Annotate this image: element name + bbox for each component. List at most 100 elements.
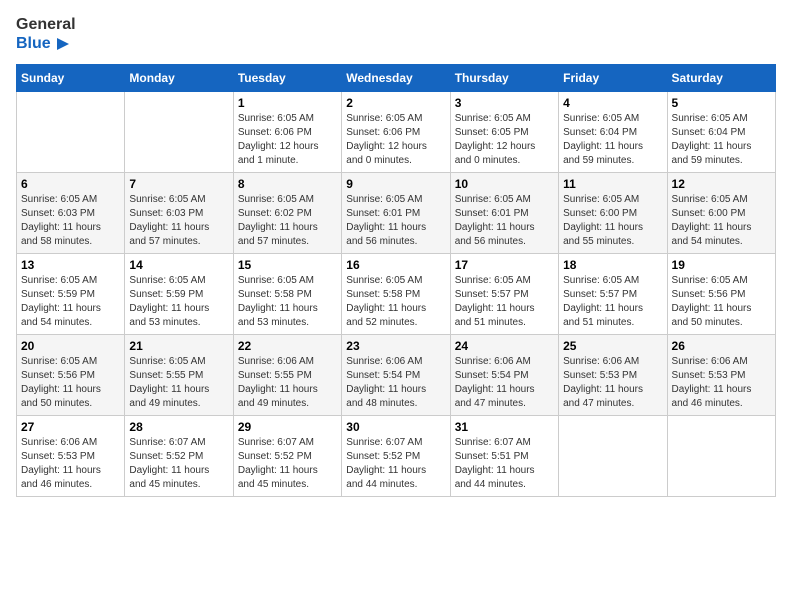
calendar-cell: 11 Sunrise: 6:05 AM Sunset: 6:00 PM Dayli…: [559, 172, 667, 253]
day-number: 22: [238, 339, 337, 353]
day-info: Sunrise: 6:07 AM Sunset: 5:52 PM Dayligh…: [346, 436, 445, 492]
weekday-header: Wednesday: [342, 64, 450, 91]
logo-blue-text: Blue: [16, 35, 51, 53]
calendar-cell: [559, 415, 667, 496]
day-info: Sunrise: 6:05 AM Sunset: 6:05 PM Dayligh…: [455, 112, 554, 168]
day-info: Sunrise: 6:06 AM Sunset: 5:54 PM Dayligh…: [346, 355, 445, 411]
day-info: Sunrise: 6:05 AM Sunset: 5:57 PM Dayligh…: [455, 274, 554, 330]
calendar-cell: 26 Sunrise: 6:06 AM Sunset: 5:53 PM Dayli…: [667, 334, 775, 415]
day-info: Sunrise: 6:05 AM Sunset: 5:59 PM Dayligh…: [129, 274, 228, 330]
calendar-cell: 22 Sunrise: 6:06 AM Sunset: 5:55 PM Dayli…: [233, 334, 341, 415]
day-info: Sunrise: 6:07 AM Sunset: 5:52 PM Dayligh…: [129, 436, 228, 492]
day-info: Sunrise: 6:06 AM Sunset: 5:55 PM Dayligh…: [238, 355, 337, 411]
calendar-cell: 10 Sunrise: 6:05 AM Sunset: 6:01 PM Dayli…: [450, 172, 558, 253]
day-number: 2: [346, 96, 445, 110]
day-number: 5: [672, 96, 771, 110]
logo: General Blue: [16, 16, 76, 54]
day-number: 30: [346, 420, 445, 434]
day-info: Sunrise: 6:05 AM Sunset: 6:02 PM Dayligh…: [238, 193, 337, 249]
day-number: 3: [455, 96, 554, 110]
calendar-cell: 20 Sunrise: 6:05 AM Sunset: 5:56 PM Dayli…: [17, 334, 125, 415]
calendar-cell: 17 Sunrise: 6:05 AM Sunset: 5:57 PM Dayli…: [450, 253, 558, 334]
day-info: Sunrise: 6:05 AM Sunset: 6:04 PM Dayligh…: [563, 112, 662, 168]
day-number: 29: [238, 420, 337, 434]
weekday-header: Friday: [559, 64, 667, 91]
day-number: 15: [238, 258, 337, 272]
day-number: 6: [21, 177, 120, 191]
day-number: 20: [21, 339, 120, 353]
calendar-cell: 25 Sunrise: 6:06 AM Sunset: 5:53 PM Dayli…: [559, 334, 667, 415]
calendar-cell: 31Sunrise: 6:07 AM Sunset: 5:51 PM Dayli…: [450, 415, 558, 496]
calendar-cell: 5 Sunrise: 6:05 AM Sunset: 6:04 PM Daylig…: [667, 91, 775, 172]
logo-arrow-icon: [53, 34, 73, 54]
calendar-cell: 8 Sunrise: 6:05 AM Sunset: 6:02 PM Daylig…: [233, 172, 341, 253]
day-info: Sunrise: 6:05 AM Sunset: 6:00 PM Dayligh…: [563, 193, 662, 249]
calendar-cell: 9 Sunrise: 6:05 AM Sunset: 6:01 PM Daylig…: [342, 172, 450, 253]
calendar-cell: 28 Sunrise: 6:07 AM Sunset: 5:52 PM Dayli…: [125, 415, 233, 496]
calendar-cell: 6 Sunrise: 6:05 AM Sunset: 6:03 PM Daylig…: [17, 172, 125, 253]
day-number: 13: [21, 258, 120, 272]
day-number: 24: [455, 339, 554, 353]
day-info: Sunrise: 6:05 AM Sunset: 5:55 PM Dayligh…: [129, 355, 228, 411]
day-number: 7: [129, 177, 228, 191]
calendar-week-row: 1 Sunrise: 6:05 AM Sunset: 6:06 PM Daylig…: [17, 91, 776, 172]
weekday-header: Monday: [125, 64, 233, 91]
day-number: 12: [672, 177, 771, 191]
day-number: 23: [346, 339, 445, 353]
weekday-header: Tuesday: [233, 64, 341, 91]
day-number: 10: [455, 177, 554, 191]
day-number: 8: [238, 177, 337, 191]
day-number: 21: [129, 339, 228, 353]
calendar-cell: 29 Sunrise: 6:07 AM Sunset: 5:52 PM Dayli…: [233, 415, 341, 496]
calendar-cell: 7Sunrise: 6:05 AM Sunset: 6:03 PM Daylig…: [125, 172, 233, 253]
weekday-header: Sunday: [17, 64, 125, 91]
day-info: Sunrise: 6:05 AM Sunset: 6:01 PM Dayligh…: [455, 193, 554, 249]
calendar-cell: 18Sunrise: 6:05 AM Sunset: 5:57 PM Dayli…: [559, 253, 667, 334]
day-info: Sunrise: 6:05 AM Sunset: 6:04 PM Dayligh…: [672, 112, 771, 168]
calendar-cell: 3 Sunrise: 6:05 AM Sunset: 6:05 PM Daylig…: [450, 91, 558, 172]
weekday-header: Thursday: [450, 64, 558, 91]
calendar-cell: [17, 91, 125, 172]
day-info: Sunrise: 6:06 AM Sunset: 5:53 PM Dayligh…: [672, 355, 771, 411]
day-number: 11: [563, 177, 662, 191]
day-number: 14: [129, 258, 228, 272]
day-number: 19: [672, 258, 771, 272]
day-info: Sunrise: 6:05 AM Sunset: 6:01 PM Dayligh…: [346, 193, 445, 249]
calendar-week-row: 20 Sunrise: 6:05 AM Sunset: 5:56 PM Dayli…: [17, 334, 776, 415]
day-info: Sunrise: 6:05 AM Sunset: 6:06 PM Dayligh…: [346, 112, 445, 168]
calendar-cell: 1 Sunrise: 6:05 AM Sunset: 6:06 PM Daylig…: [233, 91, 341, 172]
day-info: Sunrise: 6:07 AM Sunset: 5:52 PM Dayligh…: [238, 436, 337, 492]
day-number: 4: [563, 96, 662, 110]
day-number: 26: [672, 339, 771, 353]
day-info: Sunrise: 6:05 AM Sunset: 5:58 PM Dayligh…: [238, 274, 337, 330]
day-number: 28: [129, 420, 228, 434]
day-number: 1: [238, 96, 337, 110]
day-info: Sunrise: 6:05 AM Sunset: 6:06 PM Dayligh…: [238, 112, 337, 168]
day-info: Sunrise: 6:05 AM Sunset: 5:59 PM Dayligh…: [21, 274, 120, 330]
calendar-week-row: 27Sunrise: 6:06 AM Sunset: 5:53 PM Dayli…: [17, 415, 776, 496]
calendar-cell: 30 Sunrise: 6:07 AM Sunset: 5:52 PM Dayli…: [342, 415, 450, 496]
day-info: Sunrise: 6:05 AM Sunset: 5:56 PM Dayligh…: [21, 355, 120, 411]
calendar-week-row: 6 Sunrise: 6:05 AM Sunset: 6:03 PM Daylig…: [17, 172, 776, 253]
calendar-cell: [125, 91, 233, 172]
calendar-cell: 23 Sunrise: 6:06 AM Sunset: 5:54 PM Dayli…: [342, 334, 450, 415]
day-number: 9: [346, 177, 445, 191]
day-info: Sunrise: 6:06 AM Sunset: 5:53 PM Dayligh…: [563, 355, 662, 411]
day-info: Sunrise: 6:06 AM Sunset: 5:53 PM Dayligh…: [21, 436, 120, 492]
day-number: 16: [346, 258, 445, 272]
weekday-header-row: SundayMondayTuesdayWednesdayThursdayFrid…: [17, 64, 776, 91]
calendar-cell: 27Sunrise: 6:06 AM Sunset: 5:53 PM Dayli…: [17, 415, 125, 496]
day-info: Sunrise: 6:05 AM Sunset: 6:03 PM Dayligh…: [21, 193, 120, 249]
day-number: 25: [563, 339, 662, 353]
calendar-cell: 14 Sunrise: 6:05 AM Sunset: 5:59 PM Dayli…: [125, 253, 233, 334]
calendar-week-row: 13 Sunrise: 6:05 AM Sunset: 5:59 PM Dayli…: [17, 253, 776, 334]
calendar-cell: 13 Sunrise: 6:05 AM Sunset: 5:59 PM Dayli…: [17, 253, 125, 334]
day-number: 17: [455, 258, 554, 272]
day-info: Sunrise: 6:05 AM Sunset: 5:56 PM Dayligh…: [672, 274, 771, 330]
calendar-cell: 19 Sunrise: 6:05 AM Sunset: 5:56 PM Dayli…: [667, 253, 775, 334]
day-number: 31: [455, 420, 554, 434]
calendar-cell: 15 Sunrise: 6:05 AM Sunset: 5:58 PM Dayli…: [233, 253, 341, 334]
calendar-table: SundayMondayTuesdayWednesdayThursdayFrid…: [16, 64, 776, 497]
calendar-cell: 12Sunrise: 6:05 AM Sunset: 6:00 PM Dayli…: [667, 172, 775, 253]
page-header: General Blue: [16, 16, 776, 54]
